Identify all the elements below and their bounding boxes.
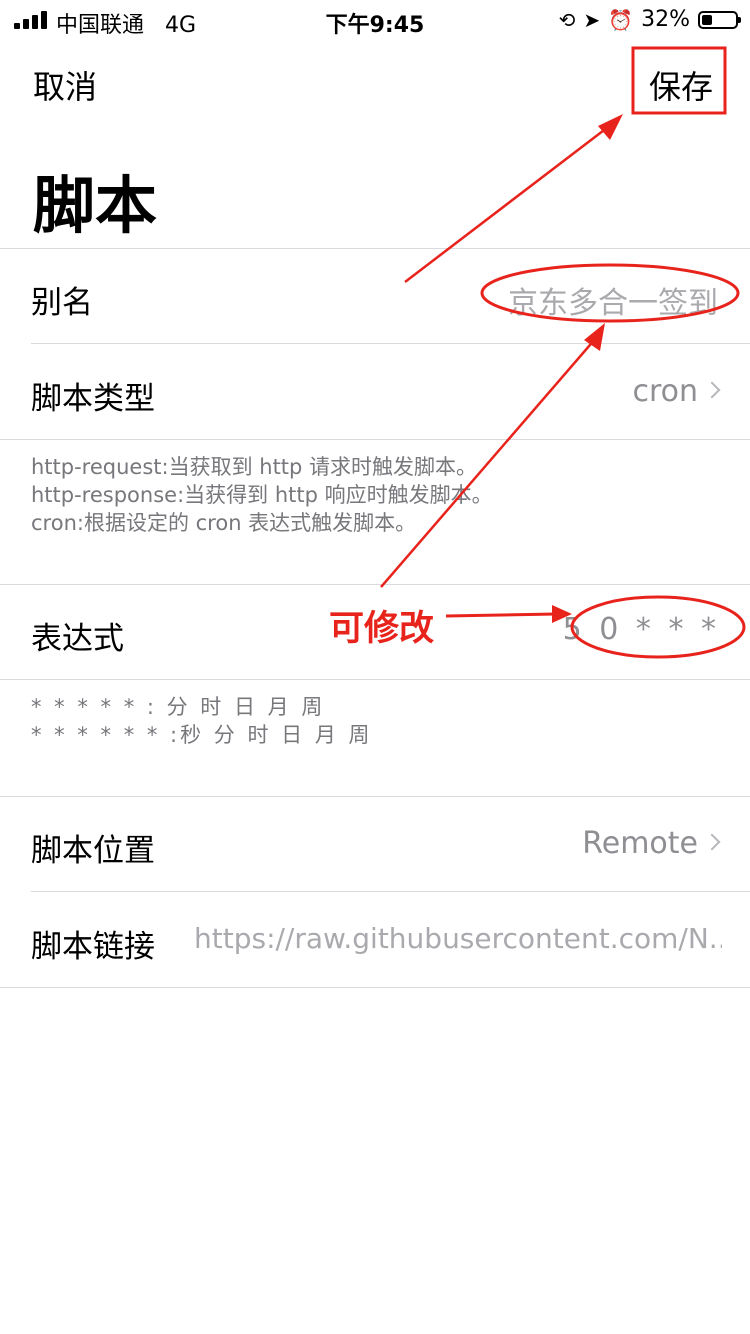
alias-value[interactable]: 京东多合一签到 <box>508 278 718 322</box>
expression-value[interactable]: 5 0 * * * <box>563 612 720 647</box>
script-link-value[interactable]: https://raw.githubusercontent.com/N... <box>194 922 722 955</box>
arrowhead-alias <box>584 323 605 351</box>
divider <box>0 796 750 797</box>
cron-help: * * * * * : 分 时 日 月 周 * * * * * * :秒 分 时… <box>31 695 373 747</box>
battery-level <box>702 14 712 25</box>
chevron-right-icon <box>703 381 721 398</box>
divider <box>0 679 750 680</box>
arrow-to-expression <box>445 612 557 618</box>
chevron-right-icon <box>703 833 721 850</box>
cancel-button[interactable]: 取消 <box>33 62 97 108</box>
script-link-label: 脚本链接 <box>31 929 155 965</box>
battery-percent: 32% <box>641 7 690 32</box>
divider <box>0 248 750 249</box>
expression-label: 表达式 <box>31 621 124 657</box>
divider <box>0 584 750 585</box>
page-title: 脚本 <box>33 169 158 242</box>
script-type-value-container[interactable]: cron <box>632 374 721 409</box>
rotation-lock-icon: ⟲ <box>558 7 576 32</box>
script-type-label: 脚本类型 <box>31 381 155 417</box>
divider <box>31 891 750 892</box>
arrow-to-save <box>404 123 613 283</box>
divider <box>0 439 750 440</box>
status-bar: 中国联通 4G 下午9:45 ⟲ ➤ ⏰ 32% <box>0 0 750 40</box>
script-location-value-container[interactable]: Remote <box>582 826 721 861</box>
annotation-label: 可修改 <box>329 609 435 649</box>
location-icon: ➤ <box>583 7 601 32</box>
battery-icon <box>698 10 741 29</box>
script-type-value: cron <box>632 374 698 409</box>
alias-label: 别名 <box>31 285 93 321</box>
script-type-help: http-request:当获取到 http 请求时触发脚本。 http-res… <box>31 455 493 535</box>
divider <box>0 987 750 988</box>
divider <box>31 343 750 344</box>
save-button[interactable]: 保存 <box>649 62 713 108</box>
alarm-icon: ⏰ <box>608 7 634 32</box>
arrowhead-save <box>598 114 623 140</box>
script-location-value: Remote <box>582 826 698 861</box>
script-location-label: 脚本位置 <box>31 833 155 869</box>
status-right: ⟲ ➤ ⏰ 32% <box>558 7 741 32</box>
